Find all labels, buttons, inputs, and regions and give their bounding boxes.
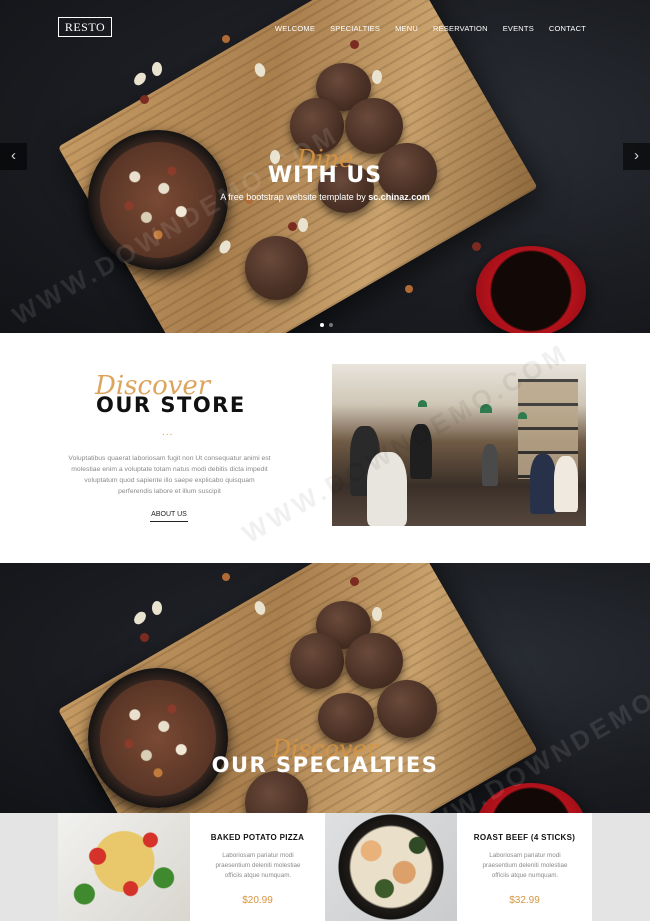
cookie-image (345, 633, 403, 689)
person-figure (554, 456, 578, 512)
store-section: Discover OUR STORE ... Voluptatibus quae… (0, 333, 650, 563)
nut-decoration (350, 40, 359, 49)
pasta-salad-photo (58, 813, 190, 921)
slider-dot[interactable] (329, 323, 333, 327)
nut-decoration (350, 577, 359, 586)
nut-decoration (140, 95, 149, 104)
coffee-cup-image (476, 783, 586, 813)
specialties-title: OUR SPECIALTIES (211, 753, 439, 777)
nav-item-events[interactable]: EVENTS (503, 24, 534, 33)
lamp-decoration (518, 412, 527, 419)
roast-beef-photo (325, 813, 457, 921)
nut-decoration (131, 609, 149, 627)
slider-dot[interactable] (320, 323, 324, 327)
menu-item-description: Laboriosam pariatur modi praesentium del… (482, 852, 568, 879)
about-us-button[interactable]: ABOUT US (150, 511, 188, 522)
nut-decoration (152, 601, 162, 615)
store-separator: ... (162, 427, 174, 438)
hero-title: WITH US (267, 163, 383, 188)
hero-subtitle-text: A free bootstrap website template by (220, 192, 369, 202)
menu-card[interactable]: BAKED POTATO PIZZA Laboriosam pariatur m… (58, 813, 325, 921)
specialties-section: WWW.DOWNDEMO.COM Discover OUR SPECIALTIE… (0, 563, 650, 813)
main-nav: WELCOME SPECIALTIES MENU RESERVATION EVE… (275, 24, 586, 33)
nut-decoration (222, 573, 230, 581)
nav-item-specialties[interactable]: SPECIALTIES (330, 24, 380, 33)
nut-decoration (405, 285, 413, 293)
nut-decoration (372, 70, 382, 84)
hero-subtitle: A free bootstrap website template by sc.… (0, 192, 650, 202)
menu-item-name: BAKED POTATO PIZZA (210, 833, 305, 842)
menu-item-description: Laboriosam pariatur modi praesentium del… (215, 852, 301, 879)
lamp-decoration (480, 404, 492, 413)
menu-card[interactable]: ROAST BEEF (4 STICKS) Laboriosam pariatu… (325, 813, 592, 921)
nut-decoration (152, 62, 162, 76)
nut-decoration (298, 218, 308, 232)
cafe-interior-image (332, 364, 586, 526)
person-figure (530, 454, 556, 514)
nav-item-welcome[interactable]: WELCOME (275, 24, 315, 33)
slider-indicators (320, 323, 333, 327)
lamp-decoration (418, 400, 427, 407)
menu-item-price: $20.99 (242, 895, 273, 906)
nut-decoration (288, 222, 297, 231)
nut-decoration (222, 35, 230, 43)
cookie-image (290, 633, 344, 689)
nut-decoration (131, 70, 149, 88)
cookie-image (377, 680, 437, 738)
nav-item-contact[interactable]: CONTACT (549, 24, 586, 33)
nav-item-menu[interactable]: MENU (395, 24, 418, 33)
store-title: OUR STORE (96, 393, 246, 417)
site-logo[interactable]: RESTO (58, 17, 112, 37)
person-figure (367, 452, 407, 526)
hero-slider: WWW.DOWNDEMO.COM RESTO WELCOME SPECIALTI… (0, 0, 650, 333)
hero-subtitle-link[interactable]: sc.chinaz.com (368, 192, 430, 202)
person-figure (410, 424, 432, 479)
nut-decoration (472, 242, 481, 251)
menu-item-name: ROAST BEEF (4 STICKS) (473, 833, 576, 842)
store-paragraph: Voluptatibus quaerat laboriosam fugit no… (68, 455, 271, 495)
menu-item-price: $32.99 (509, 895, 540, 906)
cookie-image (245, 236, 308, 300)
coffee-cup-image (476, 246, 586, 333)
nut-decoration (372, 607, 382, 621)
nav-item-reservation[interactable]: RESERVATION (433, 24, 488, 33)
nut-decoration (140, 633, 149, 642)
person-figure (482, 444, 498, 486)
